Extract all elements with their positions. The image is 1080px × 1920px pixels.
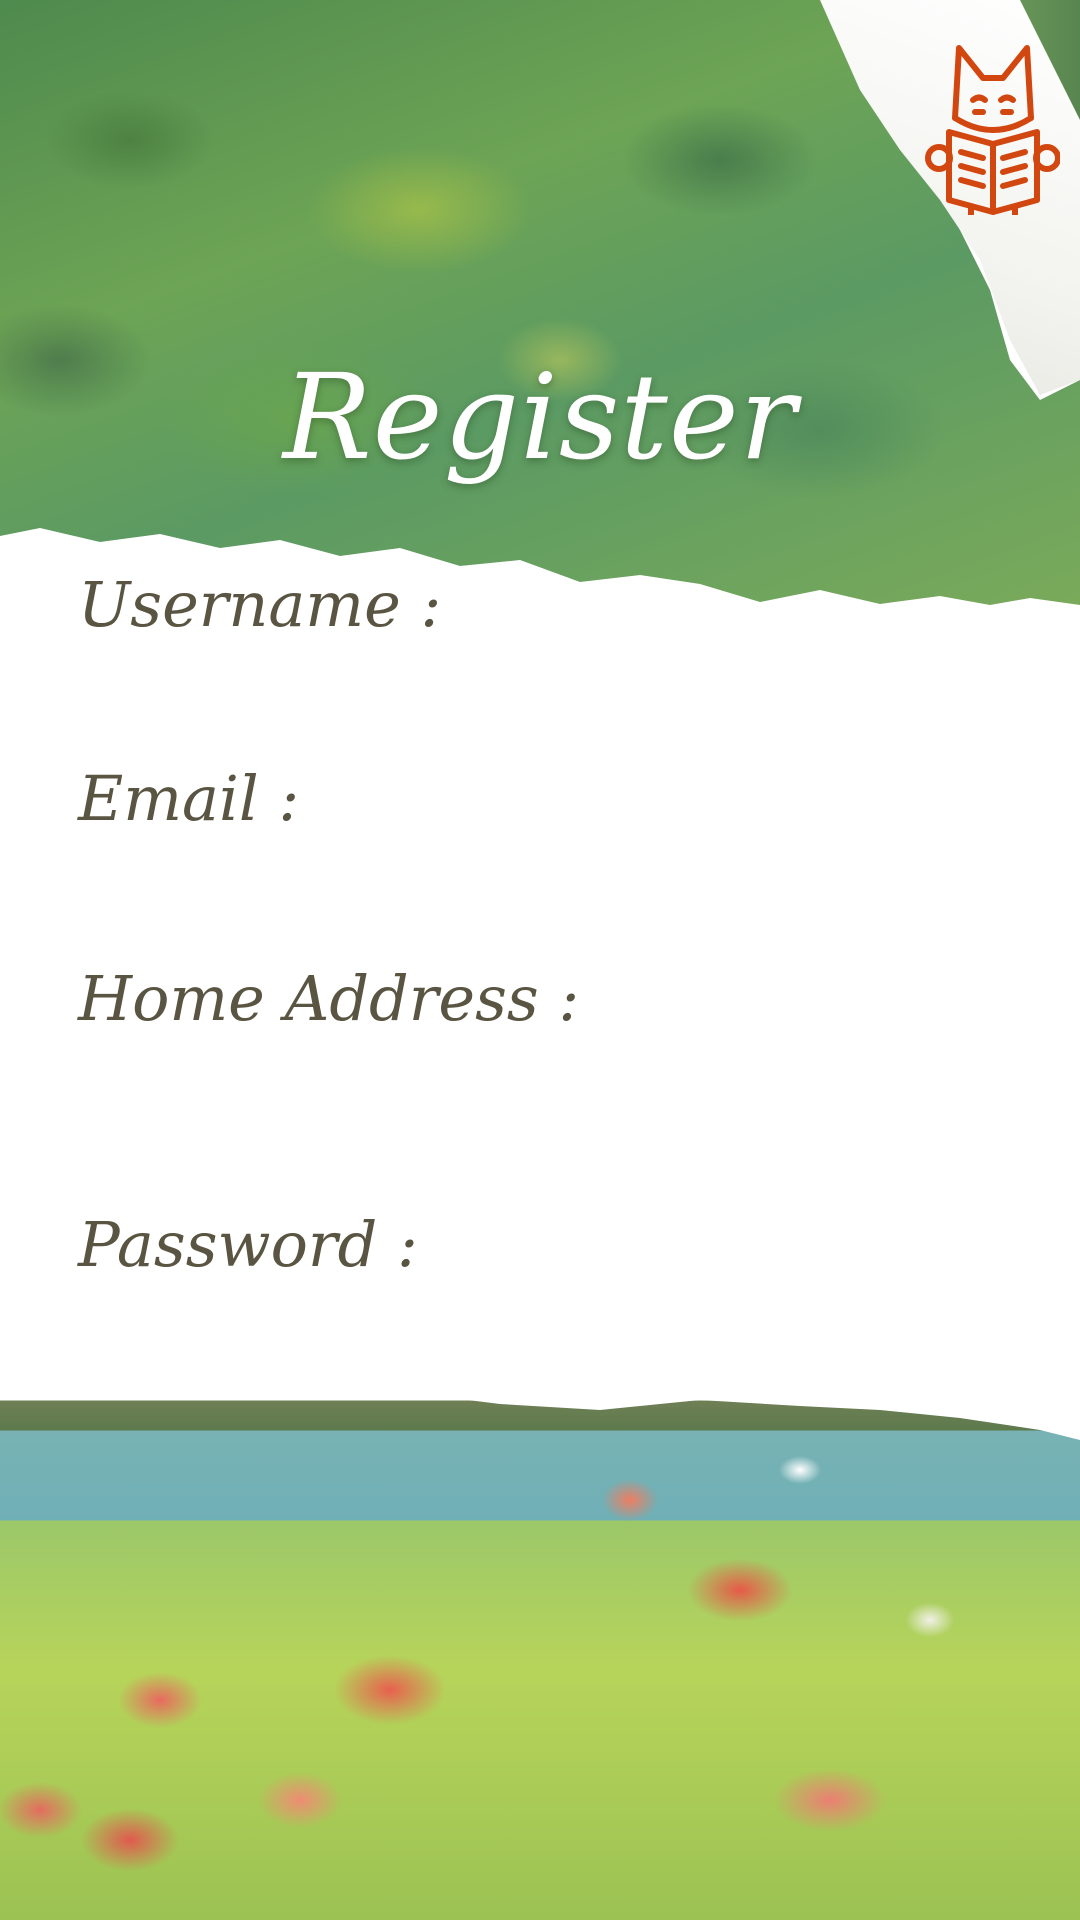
email-input[interactable]	[78, 845, 1002, 917]
email-label: Email :	[78, 762, 300, 835]
page-title: Register	[282, 348, 798, 486]
poppy-meadow-illustration	[0, 1370, 1080, 1920]
register-screen: Register Username : Email : Home Address…	[0, 0, 1080, 1920]
home-address-label: Home Address :	[78, 962, 580, 1035]
password-input[interactable]	[78, 1290, 1002, 1362]
fox-reading-book-icon	[925, 45, 1060, 215]
password-label: Password :	[78, 1208, 418, 1281]
home-address-input[interactable]	[78, 1045, 1002, 1117]
username-label: Username :	[78, 568, 442, 641]
username-input[interactable]	[78, 650, 1002, 722]
